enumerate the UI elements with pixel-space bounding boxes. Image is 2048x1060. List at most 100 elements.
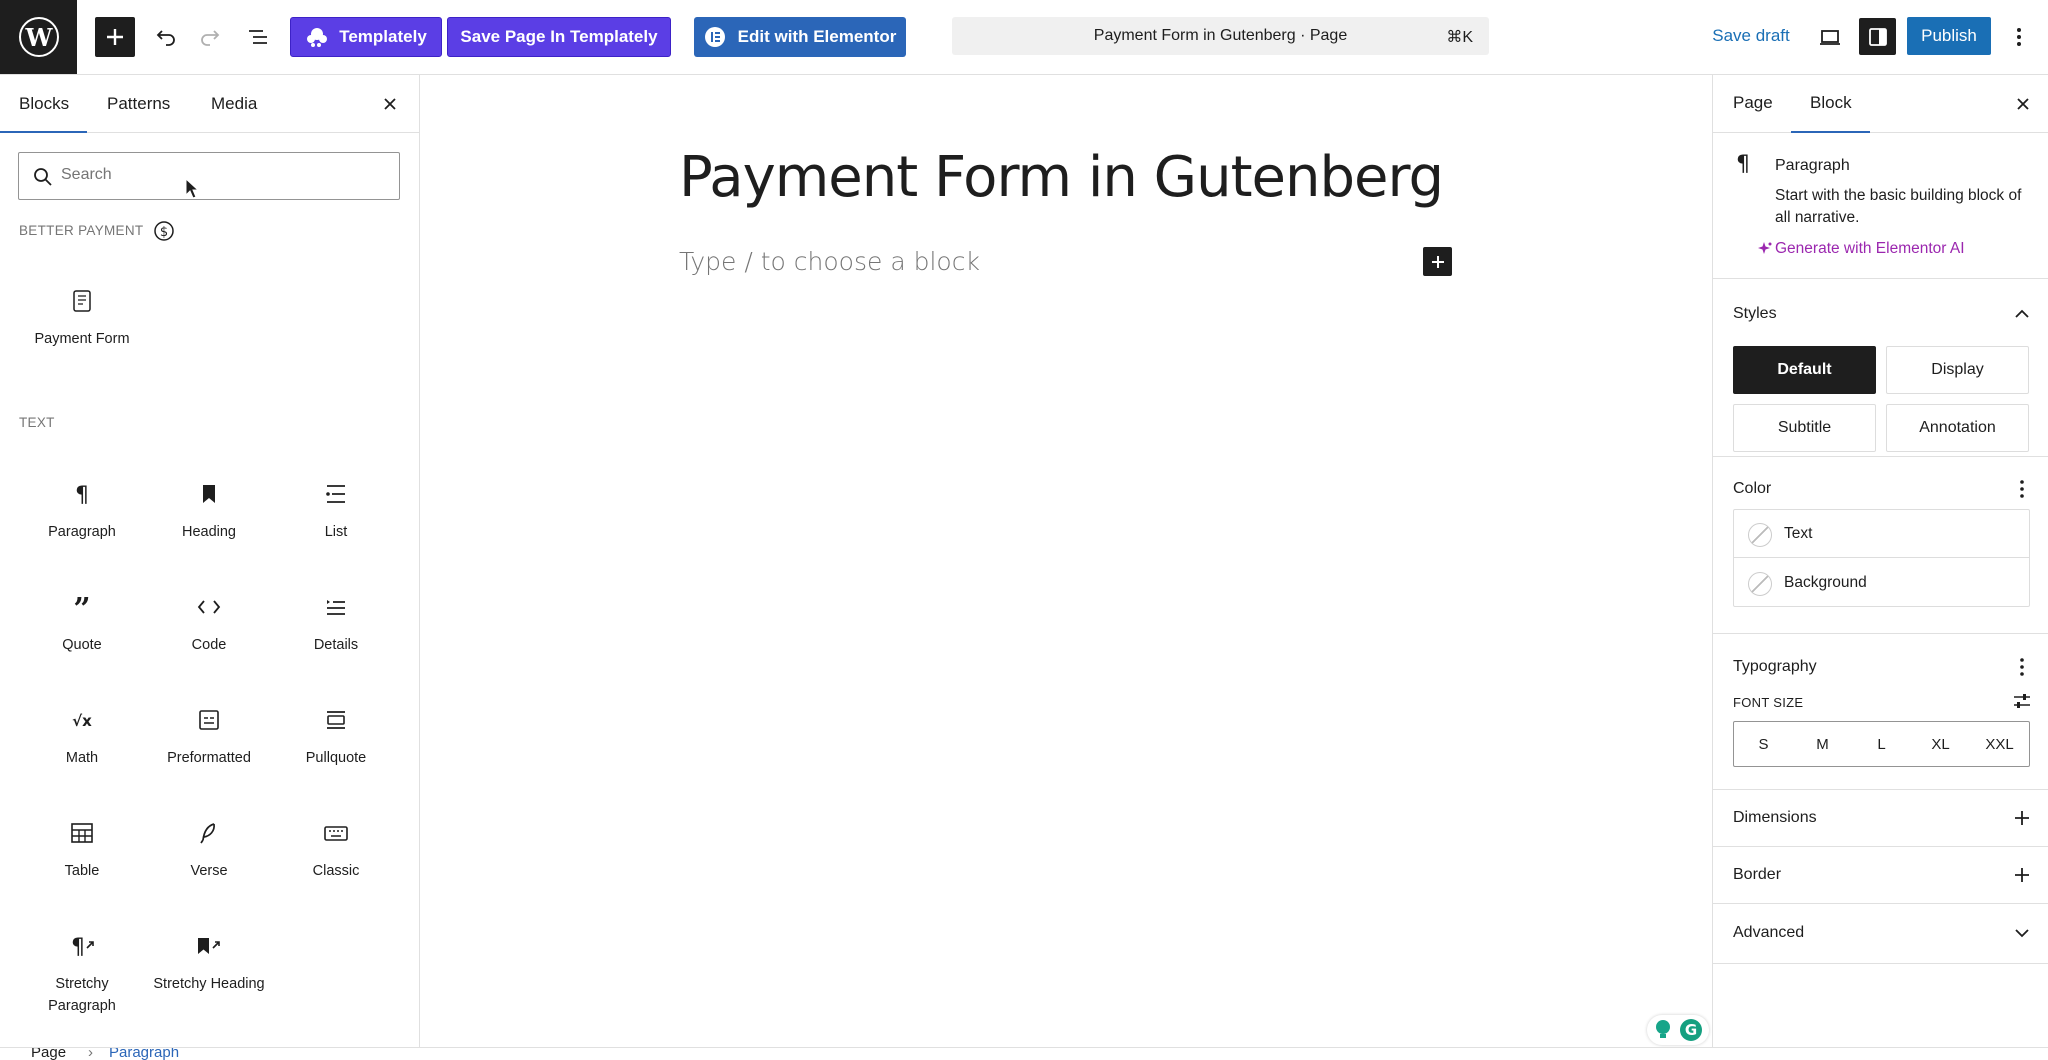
payment-form-icon [72,289,92,313]
block-label: Stretchy Paragraph [48,976,116,1014]
font-size-custom-button[interactable] [2011,690,2033,712]
tab-page[interactable]: Page [1733,93,1773,113]
math-icon: √x [69,708,95,732]
style-annotation-button[interactable]: Annotation [1886,404,2029,452]
block-label: Classic [312,863,360,879]
tab-block[interactable]: Block [1791,93,1869,133]
category-text-label: TEXT [19,415,55,430]
inserter-tabs: Blocks Patterns Media [0,75,420,133]
style-subtitle-button[interactable]: Subtitle [1733,404,1876,452]
font-size-l[interactable]: L [1852,722,1911,766]
undo-button[interactable] [148,19,184,55]
background-color-row[interactable]: Background [1734,559,2029,607]
block-stretchy-heading[interactable]: Stretchy Heading [149,932,269,995]
block-payment-form[interactable]: Payment Form [22,287,142,350]
add-block-button[interactable] [1423,247,1452,276]
border-panel[interactable]: Border [1713,847,2048,904]
dimensions-title: Dimensions [1733,809,1817,826]
wordpress-icon: W [18,16,60,58]
block-label: Table [64,863,100,879]
command-palette-bar[interactable]: Payment Form in Gutenberg · Page ⌘K [952,17,1489,55]
dimensions-add-button[interactable] [2011,807,2033,829]
wordpress-logo-button[interactable]: W [0,0,77,74]
generate-with-ai-link[interactable]: Generate with Elementor AI [1758,240,1965,258]
breadcrumb-paragraph[interactable]: Paragraph [109,1048,179,1060]
lightbulb-icon [1653,1019,1673,1041]
advanced-panel[interactable]: Advanced [1713,904,2048,964]
close-inserter-button[interactable] [379,93,401,115]
font-size-m[interactable]: M [1793,722,1852,766]
grammarly-widget[interactable]: G [1647,1015,1709,1045]
document-title: Payment Form in Gutenberg · Page [1093,27,1348,44]
block-heading[interactable]: Heading [149,480,269,543]
block-verse[interactable]: Verse [149,819,269,882]
plus-icon [2014,867,2030,883]
block-placeholder[interactable]: Type / to choose a block [679,247,980,276]
font-size-xxl[interactable]: XXL [1970,722,2029,766]
block-card: ¶ Paragraph Start with the basic buildin… [1713,133,2048,279]
tab-patterns[interactable]: Patterns [107,94,170,114]
block-quote[interactable]: ” Quote [22,593,142,656]
sidebar-icon [1867,26,1889,48]
block-card-title: Paragraph [1775,157,1850,174]
block-stretchy-paragraph[interactable]: ¶ Stretchy Paragraph [22,932,142,1017]
block-inserter-toggle[interactable] [95,17,135,57]
options-menu-button[interactable] [2004,19,2034,55]
style-default-button[interactable]: Default [1733,346,1876,394]
no-color-swatch-icon [1748,523,1772,547]
typography-options-button[interactable] [2011,656,2033,678]
document-overview-button[interactable] [240,19,276,55]
block-details[interactable]: Details [276,593,396,656]
block-pullquote[interactable]: Pullquote [276,706,396,769]
publish-label: Publish [1921,26,1977,45]
preview-button[interactable] [1812,19,1848,55]
tab-blocks[interactable]: Blocks [0,94,88,133]
block-label: Stretchy Heading [153,976,265,992]
paragraph-icon: ¶ [72,482,92,506]
block-label: Code [191,637,227,653]
settings-toggle[interactable] [1859,18,1896,55]
block-code[interactable]: Code [149,593,269,656]
block-paragraph[interactable]: ¶ Paragraph [22,480,142,543]
chevron-up-icon [2014,309,2030,319]
editor-canvas: Payment Form in Gutenberg Type / to choo… [421,75,1712,1047]
close-settings-button[interactable] [2012,93,2034,115]
block-preformatted[interactable]: Preformatted [149,706,269,769]
block-classic[interactable]: Classic [276,819,396,882]
block-math[interactable]: √x Math [22,706,142,769]
font-size-picker: S M L XL XXL [1733,721,2030,767]
edit-with-elementor-label: Edit with Elementor [737,27,897,46]
breadcrumb-separator: › [88,1047,93,1060]
block-table[interactable]: Table [22,819,142,882]
breadcrumb-page[interactable]: Page [31,1048,66,1060]
dimensions-panel[interactable]: Dimensions [1713,790,2048,847]
advanced-expand-button[interactable] [2011,922,2033,944]
table-icon [70,821,94,845]
edit-with-elementor-button[interactable]: Edit with Elementor [694,17,906,57]
style-display-button[interactable]: Display [1886,346,2029,394]
font-size-s[interactable]: S [1734,722,1793,766]
tab-media[interactable]: Media [211,94,257,114]
mouse-cursor-icon [185,178,199,200]
save-in-templately-button[interactable]: Save Page In Templately [447,17,671,57]
border-title: Border [1733,866,1782,883]
more-vertical-icon [2016,26,2022,48]
svg-text:¶: ¶ [75,483,89,506]
redo-icon [198,25,222,49]
border-add-button[interactable] [2011,864,2033,886]
block-search-input[interactable] [61,166,381,184]
post-title[interactable]: Payment Form in Gutenberg [679,145,1444,210]
color-options-button[interactable] [2011,478,2033,500]
redo-button[interactable] [192,19,228,55]
block-list[interactable]: List [276,480,396,543]
save-draft-button[interactable]: Save draft [1706,17,1796,55]
command-shortcut: ⌘K [1446,29,1473,46]
styles-title[interactable]: Styles [1733,305,1777,323]
templately-button[interactable]: Templately [290,17,442,57]
publish-button[interactable]: Publish [1907,17,1991,55]
styles-collapse-button[interactable] [2011,303,2033,325]
block-label: Math [65,750,99,766]
font-size-xl[interactable]: XL [1911,722,1970,766]
category-text: TEXT [19,415,55,430]
text-color-row[interactable]: Text [1734,510,2029,558]
